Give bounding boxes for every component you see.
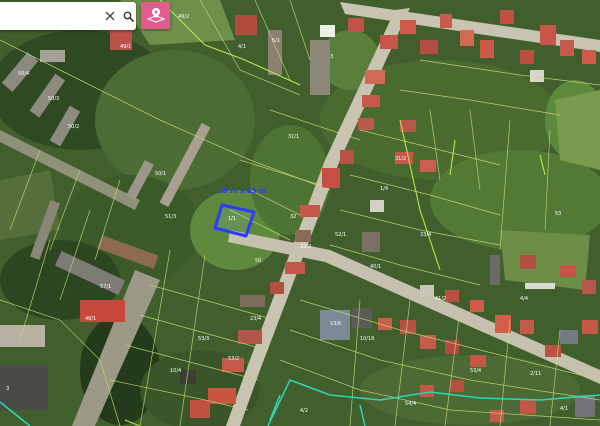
parcel-label: 33/4 — [420, 232, 431, 238]
parcel-label: 4/2 — [300, 408, 308, 414]
parcel-label: 57/1 — [100, 284, 111, 290]
parcel-label: 53/3 — [198, 336, 209, 342]
parcel-label: 53/2 — [228, 356, 239, 362]
parcel-label: 23/4 — [250, 316, 261, 322]
parcel-label: 40/1 — [370, 264, 381, 270]
parcel-label: 10/16 — [360, 336, 374, 342]
search-bar — [0, 2, 136, 30]
parcel-label: 2/11 — [530, 371, 541, 377]
parcel-label: 53/6 — [330, 321, 341, 327]
parcel-label: 53 — [555, 211, 561, 217]
parcel-label: 50/4 — [18, 71, 29, 77]
parcel-label: 49/1 — [120, 44, 131, 50]
selected-parcel-label: 1/1 — [228, 216, 236, 222]
parcel-label: 4/4 — [520, 296, 528, 302]
parcel-label: 53/4 — [470, 368, 481, 374]
parcel-label: 4/1 — [560, 406, 568, 412]
parcel-label: 3 — [6, 386, 9, 392]
map-pin-icon — [145, 7, 166, 23]
search-icon — [123, 11, 134, 22]
parcel-label: 32 — [290, 214, 296, 220]
parcel-label: 3 — [330, 54, 333, 60]
parcel-label: 50/3 — [48, 96, 59, 102]
parcel-label: 50/1 — [155, 171, 166, 177]
parcel-label: 50 — [255, 258, 261, 264]
parcel-label: 49/2 — [178, 14, 189, 20]
parcel-label: 4/1 — [238, 44, 246, 50]
parcel-label: 31/1 — [288, 134, 299, 140]
close-icon — [105, 11, 114, 21]
parcel-label: 48/1 — [85, 316, 96, 322]
parcel-label: 1/4 — [380, 186, 388, 192]
parcel-label: 32/2 — [300, 244, 311, 250]
clear-search-button[interactable] — [102, 8, 117, 24]
map-canvas[interactable]: 49/1 49/2 4/1 5/1 3 50/4 50/3 50/2 50/1 … — [0, 0, 600, 426]
search-input[interactable] — [4, 3, 98, 29]
parcel-label: 51/3 — [165, 214, 176, 220]
measurement-label: 28 m x 29 m — [218, 187, 266, 195]
parcel-label: 5/1 — [272, 38, 280, 44]
locate-parcel-button[interactable] — [141, 2, 170, 29]
parcel-label: 50/2 — [68, 124, 79, 130]
parcel-label: 41/2 — [435, 296, 446, 302]
search-button[interactable] — [121, 8, 136, 24]
parcel-label: 10/4 — [170, 368, 181, 374]
parcel-label: 52/1 — [335, 232, 346, 238]
parcel-label: 31/2 — [395, 156, 406, 162]
parcel-label: 54/4 — [405, 401, 416, 407]
